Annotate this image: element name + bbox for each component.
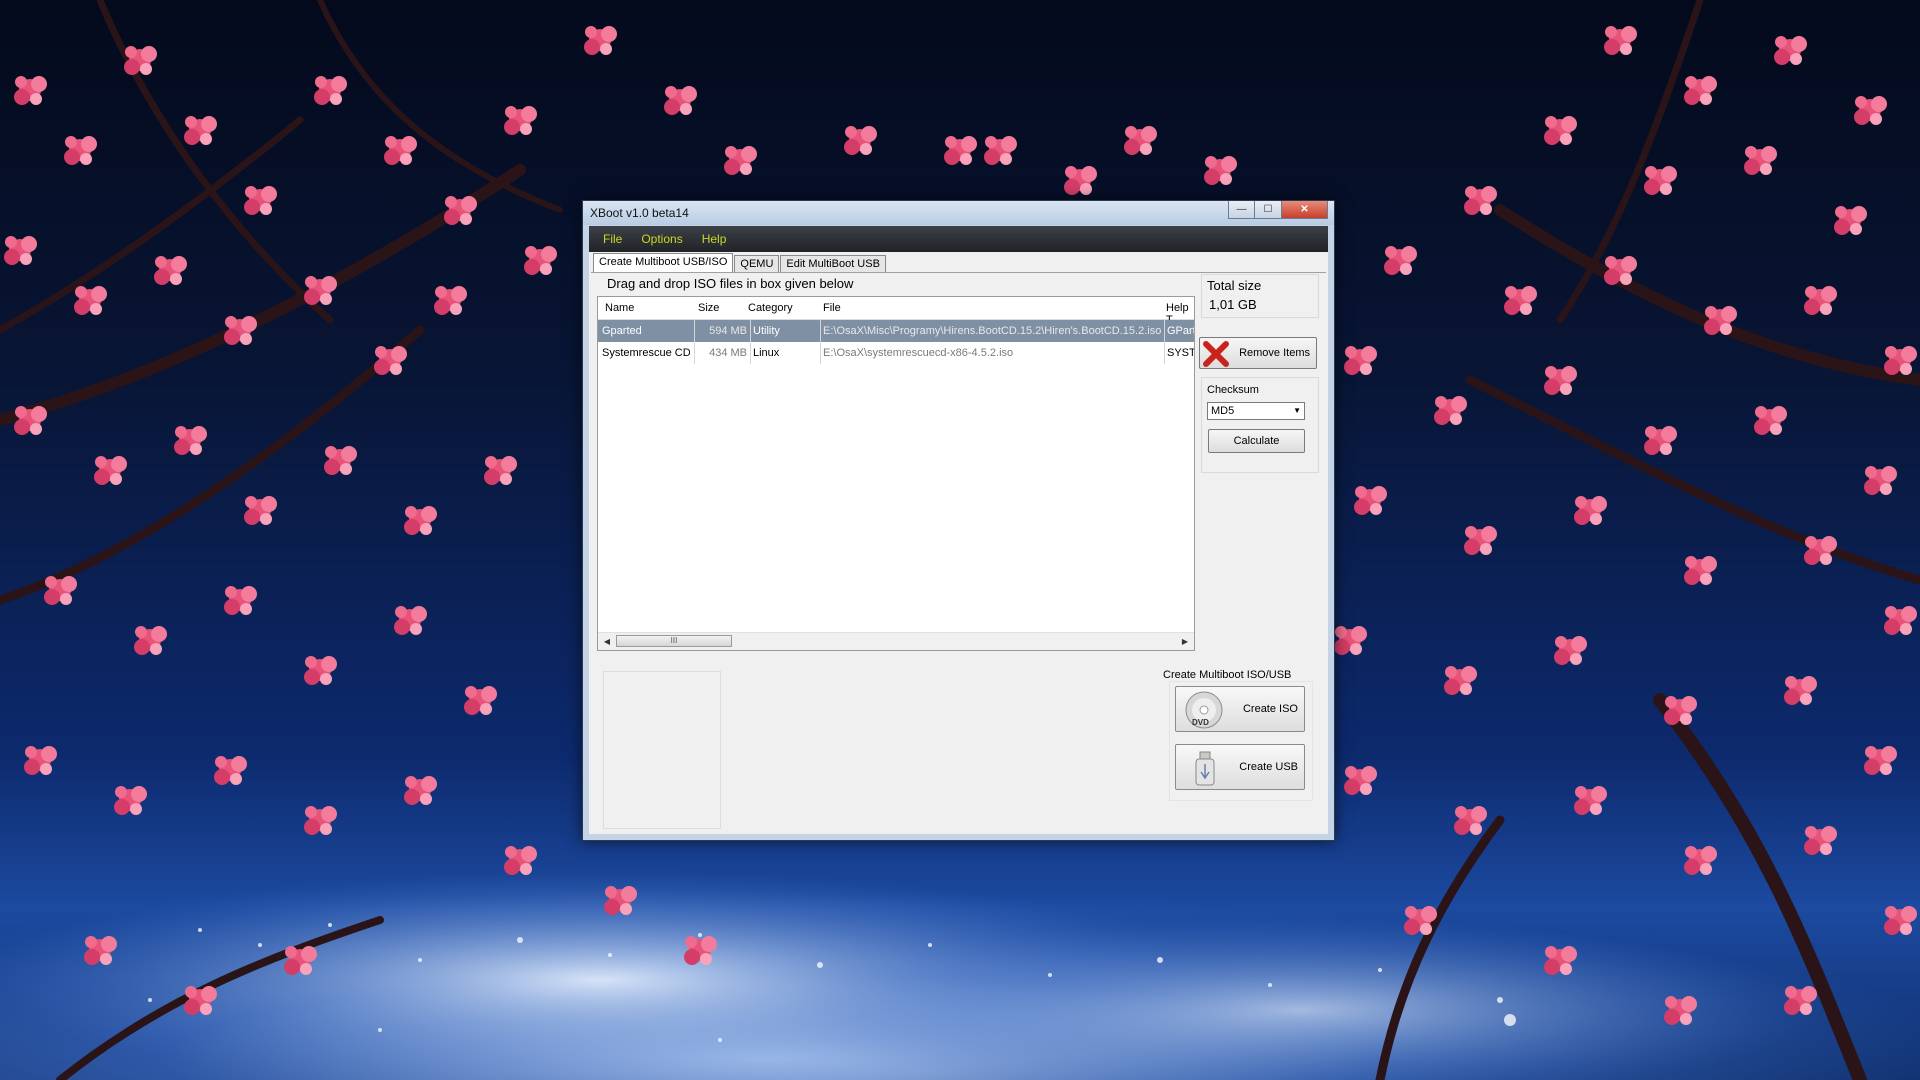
list-column-header: Name Size Category File Help T <box>598 297 1194 326</box>
cell-separator <box>820 320 821 342</box>
list-row[interactable]: Systemrescue CD 434 MB Linux E:\OsaX\sys… <box>598 342 1194 364</box>
row-name: Systemrescue CD <box>602 347 690 359</box>
remove-x-icon <box>1203 341 1229 367</box>
column-category[interactable]: Category <box>748 302 793 314</box>
preview-area <box>603 671 721 829</box>
horizontal-scrollbar[interactable]: ◀ III ▶ <box>598 632 1194 650</box>
cell-separator <box>1164 342 1165 364</box>
row-help: SYSTE <box>1167 347 1194 359</box>
column-size[interactable]: Size <box>698 302 719 314</box>
drag-drop-instruction: Drag and drop ISO files in box given bel… <box>607 276 854 291</box>
create-usb-button[interactable]: Create USB <box>1175 744 1305 790</box>
dvd-icon-text: DVD <box>1192 718 1209 727</box>
menu-file[interactable]: File <box>603 232 622 246</box>
row-file: E:\OsaX\Misc\Programy\Hirens.BootCD.15.2… <box>823 325 1162 337</box>
checksum-selected-value: MD5 <box>1211 405 1235 417</box>
cell-separator <box>750 320 751 342</box>
create-iso-button[interactable]: DVD Create ISO <box>1175 686 1305 732</box>
cell-separator <box>820 342 821 364</box>
row-size: 434 MB <box>709 347 747 359</box>
total-size-label: Total size <box>1207 278 1262 293</box>
caption-buttons: — ☐ ✕ <box>1228 201 1328 219</box>
cell-separator <box>1164 320 1165 342</box>
iso-list[interactable]: Name Size Category File Help T Gparted 5… <box>597 296 1195 651</box>
cell-separator <box>694 342 695 364</box>
checksum-label: Checksum <box>1207 384 1259 396</box>
chevron-down-icon: ▼ <box>1293 406 1301 415</box>
column-name[interactable]: Name <box>605 302 634 314</box>
list-row[interactable]: Gparted 594 MB Utility E:\OsaX\Misc\Prog… <box>598 320 1194 342</box>
window-title: XBoot v1.0 beta14 <box>590 206 689 220</box>
close-button[interactable]: ✕ <box>1282 201 1328 219</box>
title-bar[interactable]: XBoot v1.0 beta14 — ☐ ✕ <box>583 201 1334 225</box>
tab-panel-create: Drag and drop ISO files in box given bel… <box>591 272 1326 832</box>
menu-help[interactable]: Help <box>702 232 727 246</box>
checksum-select[interactable]: MD5 ▼ <box>1207 402 1305 420</box>
usb-drive-icon <box>1195 751 1215 786</box>
row-category: Utility <box>753 325 780 337</box>
window-client: File Options Help Create Multiboot USB/I… <box>589 226 1328 834</box>
dvd-disc-icon: DVD <box>1185 691 1223 729</box>
create-iso-label: Create ISO <box>1242 703 1298 715</box>
calculate-button[interactable]: Calculate <box>1208 429 1305 453</box>
row-file: E:\OsaX\systemrescuecd-x86-4.5.2.iso <box>823 347 1014 359</box>
tab-strip: Create Multiboot USB/ISO QEMU Edit Multi… <box>593 253 887 273</box>
cell-separator <box>750 342 751 364</box>
tab-edit-multiboot-usb[interactable]: Edit MultiBoot USB <box>780 255 886 273</box>
row-category: Linux <box>753 347 780 359</box>
remove-items-button[interactable]: Remove Items <box>1199 337 1317 369</box>
maximize-button[interactable]: ☐ <box>1255 201 1282 219</box>
menu-options[interactable]: Options <box>641 232 682 246</box>
row-name: Gparted <box>602 325 642 337</box>
minimize-button[interactable]: — <box>1228 201 1255 219</box>
xboot-window: XBoot v1.0 beta14 — ☐ ✕ File Options Hel… <box>582 200 1335 841</box>
tab-create-multiboot[interactable]: Create Multiboot USB/ISO <box>593 253 734 273</box>
create-multiboot-label: Create Multiboot ISO/USB <box>1163 669 1292 681</box>
menu-bar: File Options Help <box>589 226 1328 252</box>
row-help: GParted <box>1167 325 1194 337</box>
create-usb-label: Create USB <box>1239 761 1298 773</box>
scroll-thumb[interactable]: III <box>616 635 732 647</box>
cell-separator <box>694 320 695 342</box>
total-size-value: 1,01 GB <box>1209 297 1257 312</box>
remove-items-label: Remove Items <box>1239 347 1310 359</box>
column-file[interactable]: File <box>823 302 841 314</box>
scroll-left-arrow-icon[interactable]: ◀ <box>600 635 614 648</box>
scroll-right-arrow-icon[interactable]: ▶ <box>1178 635 1192 648</box>
row-size: 594 MB <box>709 325 747 337</box>
tab-qemu[interactable]: QEMU <box>734 255 780 273</box>
